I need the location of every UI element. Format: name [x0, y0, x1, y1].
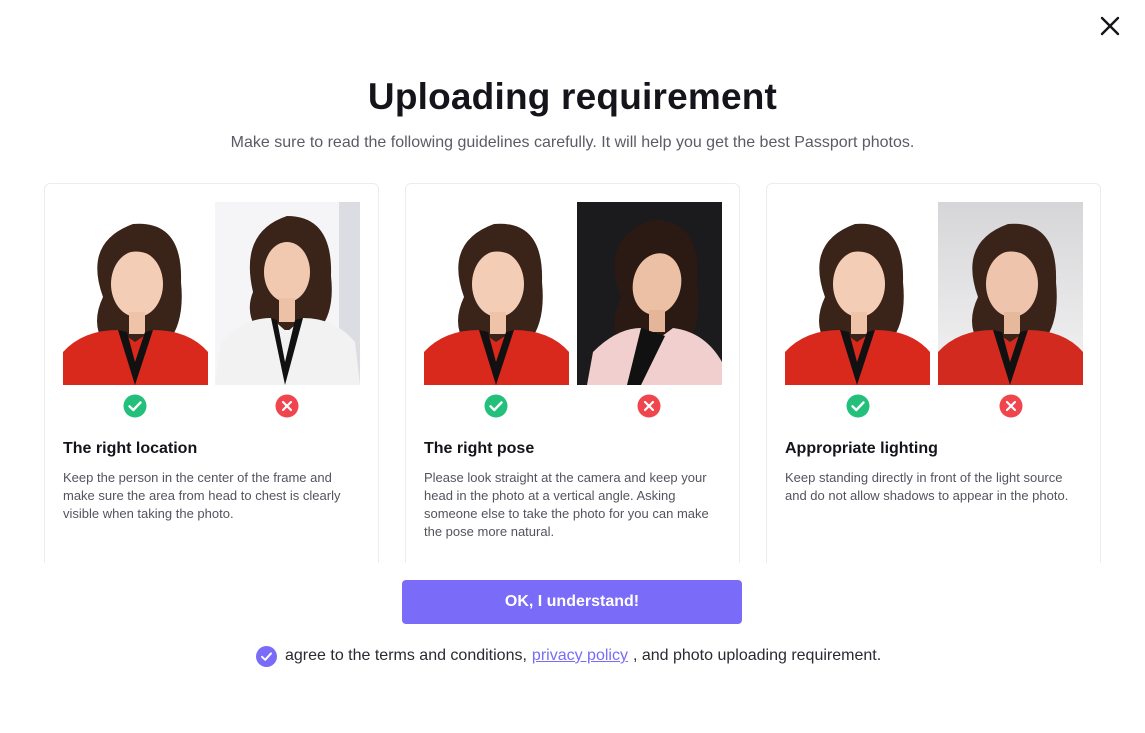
x-circle-icon — [637, 394, 661, 418]
good-example-photo — [785, 202, 930, 385]
x-circle-icon — [999, 394, 1023, 418]
close-button[interactable] — [1096, 12, 1124, 40]
bad-example-photo — [577, 202, 722, 385]
card-title: The right location — [63, 440, 198, 457]
card-description: Please look straight at the camera and k… — [424, 470, 709, 539]
guideline-card-location: The right location Keep the person in th… — [44, 183, 379, 563]
upload-requirement-dialog: Uploading requirement Make sure to read … — [0, 0, 1145, 733]
bad-example-photo — [215, 202, 360, 385]
privacy-policy-link[interactable]: privacy policy — [532, 647, 628, 665]
bad-example-photo — [938, 202, 1083, 385]
check-circle-icon — [846, 394, 870, 418]
guideline-card-lighting: Appropriate lighting Keep standing direc… — [766, 183, 1101, 563]
check-icon — [261, 651, 272, 661]
agreement-text-prefix: agree to the terms and conditions, — [285, 647, 527, 664]
card-title: Appropriate lighting — [785, 440, 938, 457]
x-circle-icon — [275, 394, 299, 418]
check-circle-icon — [484, 394, 508, 418]
good-example-photo — [63, 202, 208, 385]
good-example-photo — [424, 202, 569, 385]
agreement-checkbox[interactable] — [256, 645, 277, 667]
ok-understand-button[interactable]: OK, I understand! — [402, 580, 742, 624]
card-description: Keep the person in the center of the fra… — [63, 470, 341, 521]
card-description: Keep standing directly in front of the l… — [785, 470, 1069, 503]
agreement-row: agree to the terms and conditions, priva… — [256, 645, 881, 667]
check-circle-icon — [123, 394, 147, 418]
guideline-card-pose: The right pose Please look straight at t… — [405, 183, 740, 563]
card-title: The right pose — [424, 440, 535, 457]
agreement-text-suffix: , and photo uploading requirement. — [632, 647, 882, 664]
close-icon — [1100, 16, 1120, 36]
dialog-title: Uploading requirement — [367, 76, 778, 117]
dialog-subtitle: Make sure to read the following guidelin… — [230, 134, 915, 151]
